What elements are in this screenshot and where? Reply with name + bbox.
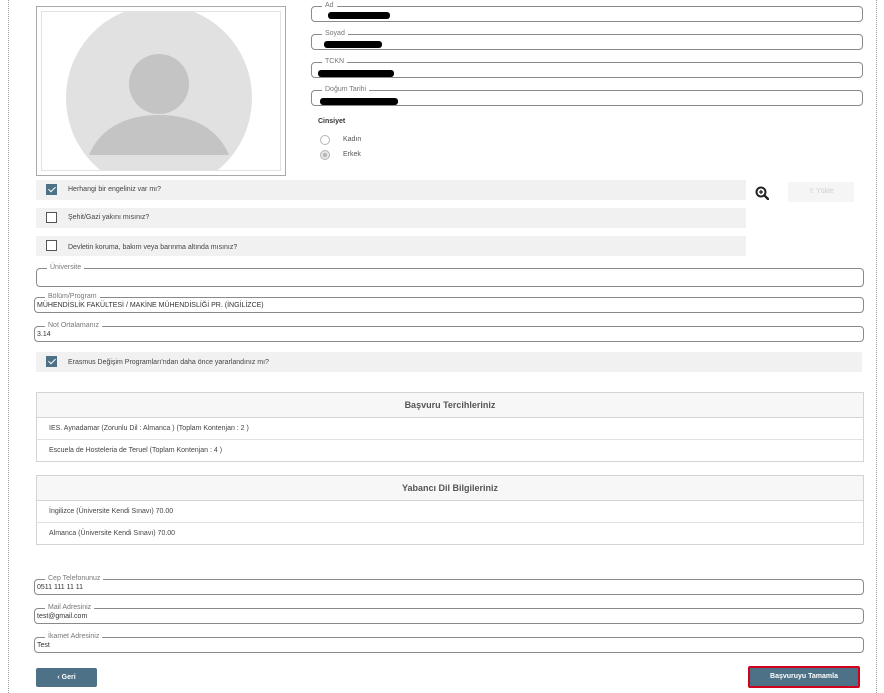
radio-female-label: Kadın (343, 136, 362, 143)
surname-redacted (324, 41, 382, 48)
back-label: Geri (61, 674, 76, 681)
mail-value: test@gmail.com (37, 613, 88, 620)
preferences-panel: Başvuru Tercihleriniz IES. Aynadamar (Zo… (36, 392, 864, 462)
language-row: İngilizce (Üniversite Kendi Sınavı) 70.0… (37, 501, 863, 523)
erasmus-row[interactable]: Erasmus Değişim Programları'ndan daha ön… (36, 352, 862, 372)
phone-value: 0511 111 11 11 (37, 584, 84, 591)
gpa-value: 3.14 (37, 331, 51, 338)
tckn-redacted (318, 70, 394, 77)
erasmus-checkbox[interactable] (46, 356, 57, 367)
surname-field[interactable]: Soyad (311, 29, 863, 50)
tckn-label: TCKN (322, 57, 348, 66)
photo-frame (36, 6, 286, 176)
address-field[interactable]: İkamet Adresiniz Test (34, 632, 864, 653)
state-protection-label: Devletin koruma, bakım veya barınma altı… (68, 244, 238, 251)
birthdate-label: Doğum Tarihi (322, 85, 370, 94)
department-label: Bölüm/Program (45, 292, 100, 301)
page-border-left (8, 0, 9, 693)
preference-row: IES. Aynadamar (Zorunlu Dil : Almanca ) … (37, 418, 863, 440)
languages-panel: Yabancı Dil Bilgileriniz İngilizce (Üniv… (36, 475, 864, 545)
chevron-left-icon: ‹ (57, 674, 60, 681)
tckn-field[interactable]: TCKN (311, 57, 863, 78)
gpa-field[interactable]: Not Ortalamanız 3.14 (34, 321, 864, 342)
birthdate-redacted (320, 98, 398, 105)
martyr-veteran-label: Şehit/Gazi yakını mısınız? (68, 214, 150, 221)
languages-title: Yabancı Dil Bilgileriniz (37, 476, 863, 501)
name-label: Ad (322, 1, 337, 10)
upload-icon: ⇪ (808, 188, 815, 195)
phone-label: Cep Telefonunuz (45, 574, 104, 583)
name-field[interactable]: Ad (311, 1, 863, 22)
complete-label: Başvuruyu Tamamla (770, 673, 838, 680)
gender-title: Cinsiyet (318, 118, 346, 125)
university-label: Üniversite (47, 263, 85, 272)
upload-button[interactable]: ⇪ Yükle (788, 182, 854, 202)
birthdate-field[interactable]: Doğum Tarihi (311, 85, 863, 106)
address-value: Test (37, 642, 50, 649)
complete-application-button[interactable]: Başvuruyu Tamamla (748, 666, 860, 688)
surname-label: Soyad (322, 29, 348, 38)
language-row: Almanca (Üniversite Kendi Sınavı) 70.00 (49, 530, 176, 537)
state-protection-row[interactable]: Devletin koruma, bakım veya barınma altı… (36, 236, 746, 256)
disability-row[interactable]: Herhangi bir engeliniz var mı? (36, 180, 746, 200)
phone-field[interactable]: Cep Telefonunuz 0511 111 11 11 (34, 574, 864, 595)
back-button[interactable]: ‹ Geri (36, 668, 97, 687)
radio-female[interactable] (320, 135, 330, 145)
name-redacted (328, 12, 390, 19)
department-field[interactable]: Bölüm/Program MÜHENDİSLİK FAKÜLTESİ / MA… (34, 292, 864, 313)
preferences-title: Başvuru Tercihleriniz (37, 393, 863, 418)
photo-inner (41, 11, 281, 171)
disability-label: Herhangi bir engeliniz var mı? (68, 186, 161, 193)
mail-field[interactable]: Mail Adresiniz test@gmail.com (34, 603, 864, 624)
gpa-label: Not Ortalamanız (45, 321, 102, 330)
address-label: İkamet Adresiniz (45, 632, 103, 641)
department-value: MÜHENDİSLİK FAKÜLTESİ / MAKİNE MÜHENDİSL… (37, 302, 264, 309)
university-field[interactable]: Üniversite (36, 263, 864, 287)
radio-male-label: Erkek (343, 151, 361, 158)
erasmus-label: Erasmus Değişim Programları'ndan daha ön… (68, 359, 269, 366)
martyr-veteran-checkbox[interactable] (46, 212, 57, 223)
preference-row: Escuela de Hosteleria de Teruel (Toplam … (49, 447, 223, 454)
radio-male[interactable] (320, 150, 330, 160)
mail-label: Mail Adresiniz (45, 603, 95, 612)
upload-label: Yükle (816, 188, 834, 195)
state-protection-checkbox[interactable] (46, 240, 57, 251)
zoom-in-icon[interactable] (755, 186, 769, 200)
page-border-right (876, 0, 877, 693)
avatar-placeholder-icon (66, 12, 252, 170)
disability-checkbox[interactable] (46, 184, 57, 195)
martyr-veteran-row[interactable]: Şehit/Gazi yakını mısınız? (36, 208, 746, 228)
